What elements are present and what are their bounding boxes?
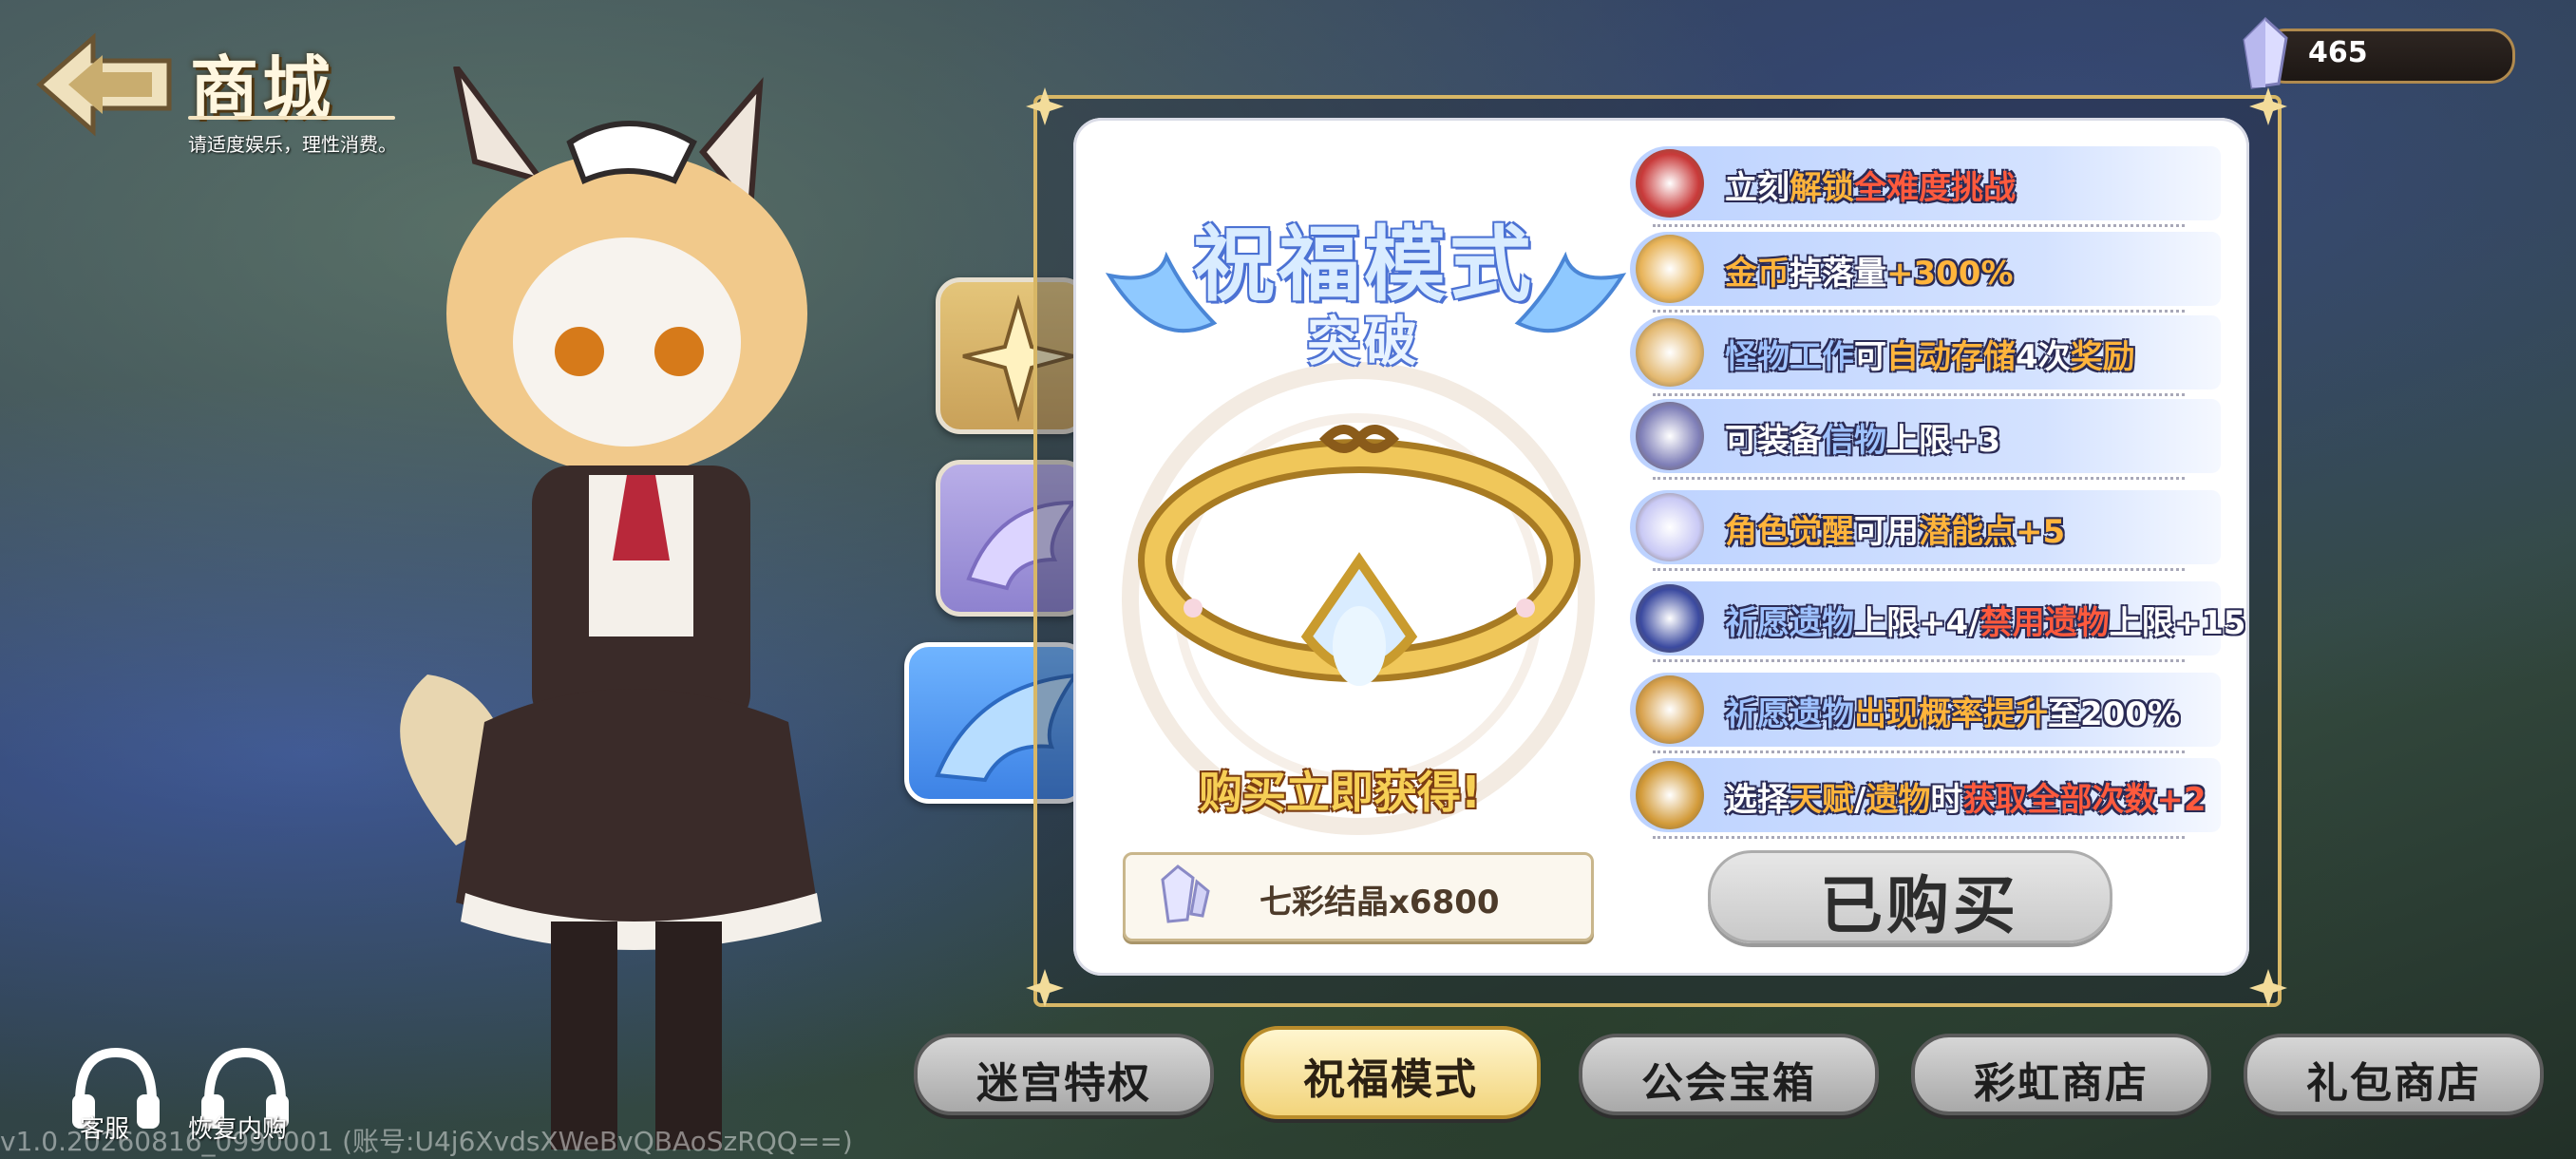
benefit-text-part: 出现概率提升 [1854,695,2048,733]
benefit-text-part: 金币 [1725,255,1790,293]
benefit-text-part: 可装备 [1725,422,1822,460]
benefit-divider [1653,659,2185,662]
benefit-divider [1653,750,2185,753]
benefit-text-part: 上限+15 [2109,604,2246,642]
tab-label: 公会宝箱 [1641,1059,1816,1108]
tab-gift-shop[interactable]: 礼包商店 [2244,1034,2544,1115]
benefit-divider [1653,568,2185,571]
benefit-text: 角色觉醒可用潜能点+5 [1725,505,2065,552]
benefit-text-part: 选择 [1725,781,1790,819]
tab-maze-privilege[interactable]: 迷宫特权 [914,1034,1214,1115]
badge-icon [1636,402,1704,470]
tab-rainbow-shop[interactable]: 彩虹商店 [1911,1034,2211,1115]
crystal-shard-icon [1636,493,1704,561]
crystal-icon [1161,864,1210,923]
benefit-divider [1653,224,2185,227]
benefit-text-part: +5 [2016,513,2066,551]
benefit-text-part: 禁用遗物 [1979,604,2110,642]
tab-label: 祝福模式 [1303,1055,1478,1104]
benefit-text-part: / [1854,781,1866,819]
benefit-text: 选择天赋/遗物时获取全部次数+2 [1725,773,2207,820]
corner-star-icon [1026,969,1064,1007]
tab-label: 礼包商店 [2306,1059,2481,1108]
benefit-text: 金币掉落量+300% [1725,247,2014,294]
benefit-divider [1653,836,2185,839]
benefit-text-part: 掉落量 [1790,255,1886,293]
benefit-text-part: 角色觉醒 [1725,513,1854,551]
benefit-divider [1653,393,2185,396]
corner-star-icon [2249,87,2287,125]
gold-coins-icon [1636,235,1704,303]
benefit-text-part: 至200% [2048,695,2181,733]
benefit-text-part: 上限+4/ [1854,604,1980,642]
price-label: 七彩结晶x6800 [1260,884,1500,922]
benefit-text-part: 祈愿遗物 [1725,604,1854,642]
benefit-text: 怪物工作可自动存储4次奖励 [1725,331,2135,377]
benefit-divider [1653,477,2185,480]
version-text: v1.0.20260816_0990001 (账号:U4j6XvdsXWeBvQ… [0,1126,853,1157]
benefit-text-part: 信物 [1822,422,1886,460]
benefit-text-part: 可用 [1854,513,1919,551]
currency-bar [2261,28,2515,84]
tab-label: 彩虹商店 [1974,1059,2149,1108]
benefit-text-part: 怪物工作 [1725,338,1854,376]
tab-label: 迷宫特权 [976,1059,1151,1108]
benefit-text-part: 上限+3 [1886,422,2001,460]
buy-now-caption: 购买立即获得! [1199,767,1481,818]
benefit-text-part: 遗物 [1866,781,1931,819]
benefit-text-part: +2 [2156,781,2207,819]
benefit-text: 立刻解锁全难度挑战 [1725,162,2016,208]
benefit-text-part: 时 [1930,781,1963,819]
benefit-text-part: 获取全部次数 [1962,781,2157,819]
character-illustration [400,66,822,1150]
tab-guild-chest[interactable]: 公会宝箱 [1579,1034,1879,1115]
benefit-text-part: 天赋 [1790,781,1854,819]
benefit-text-part: 立刻 [1725,169,1790,207]
benefit-text-part: 解锁 [1790,169,1854,207]
crates-icon [1636,318,1704,387]
benefit-text-part: 奖励 [2070,338,2135,376]
crystal-icon [2243,17,2288,89]
tiara-icon [1138,425,1581,686]
mode-subtitle: 突破 [1307,312,1421,373]
tab-blessing-mode[interactable]: 祝福模式 [1241,1026,1541,1119]
benefit-text: 可装备信物上限+3 [1725,414,2000,461]
coin-bag-icon [1636,761,1704,829]
benefit-text-part: 祈愿遗物 [1725,695,1854,733]
benefit-text: 祈愿遗物出现概率提升至200% [1725,688,2180,734]
purchased-label: 已购买 [1820,869,2019,942]
benefit-text-part: 4次 [2016,338,2071,376]
benefit-text-part: 全难度挑战 [1854,169,2016,207]
money-bag-icon [1636,675,1704,744]
target-icon [1636,149,1704,218]
benefit-text-part: 可 [1854,338,1886,376]
benefit-text-part: +300% [1886,255,2014,293]
corner-star-icon [2249,969,2287,1007]
benefit-text-part: 潜能点 [1919,513,2016,551]
corner-star-icon [1026,87,1064,125]
currency-value: 465 [2308,36,2368,69]
relic-card-icon [1636,584,1704,653]
back-arrow-icon[interactable] [36,32,179,137]
benefit-text: 祈愿遗物上限+4/禁用遗物上限+15 [1725,597,2245,643]
benefit-text-part: 自动存储 [1886,338,2016,376]
benefit-divider [1653,310,2185,313]
